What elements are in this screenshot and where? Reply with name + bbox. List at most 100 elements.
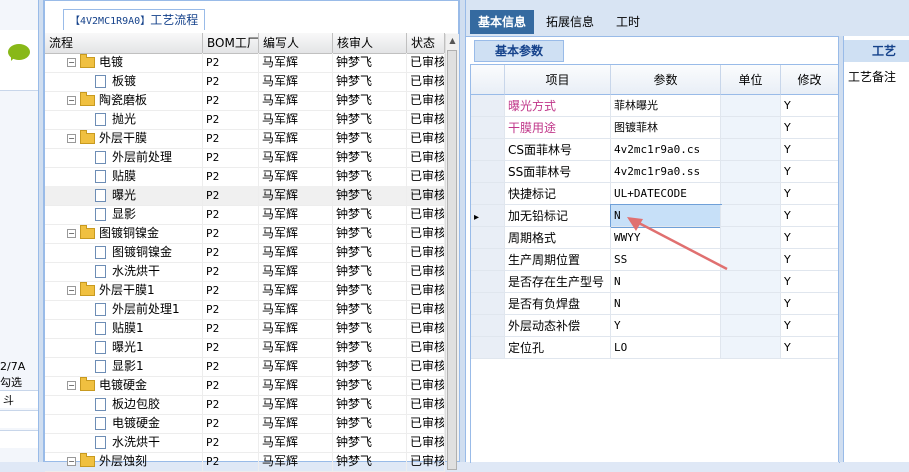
tree-cell-reviewer: 钟梦飞 [333,186,407,205]
document-icon [95,265,106,278]
document-icon [95,436,106,449]
tree-row[interactable]: 电镀硬金 P2 马军辉 钟梦飞 已审核 [45,414,445,434]
tree-cell-status: 已审核 [407,433,445,452]
tree-row[interactable]: 图镀铜镍金 P2 马军辉 钟梦飞 已审核 [45,243,445,263]
tree-row[interactable]: 曝光1 P2 马军辉 钟梦飞 已审核 [45,338,445,358]
tree-cell-writer: 马军辉 [259,319,333,338]
tree-cell-bom: P2 [203,376,259,395]
tree-cell-process: 显影 [45,205,203,224]
tree-row[interactable]: 外层前处理 P2 马军辉 钟梦飞 已审核 [45,148,445,168]
header-bom-factory[interactable]: BOM工厂 [203,33,259,53]
tree-row[interactable]: 曝光 P2 马军辉 钟梦飞 已审核 [45,186,445,206]
tree-cell-process: 贴膜 [45,167,203,186]
tree-row[interactable]: − 陶瓷磨板 P2 马军辉 钟梦飞 已审核 [45,91,445,111]
collapse-toggle-icon[interactable]: − [67,96,76,105]
tree-cell-status: 已审核 [407,167,445,186]
header-process[interactable]: 流程 [45,33,203,53]
tree-cell-bom: P2 [203,72,259,91]
tree-cell-process: 水洗烘干 [45,433,203,452]
tree-cell-process: − 电镀硬金 [45,376,203,395]
tree-cell-status: 已审核 [407,338,445,357]
tree-cell-process: 显影1 [45,357,203,376]
folder-icon [80,54,95,68]
tree-cell-reviewer: 钟梦飞 [333,433,407,452]
collapse-toggle-icon[interactable]: − [67,229,76,238]
process-remarks-label: 工艺备注 [848,70,897,84]
tree-row[interactable]: 显影1 P2 马军辉 钟梦飞 已审核 [45,357,445,377]
collapse-toggle-icon[interactable]: − [67,134,76,143]
tree-row[interactable]: − 外层干膜1 P2 马军辉 钟梦飞 已审核 [45,281,445,301]
collapse-toggle-icon[interactable]: − [67,286,76,295]
scroll-up-icon[interactable]: ▲ [446,34,459,48]
tree-cell-process: 曝光 [45,186,203,205]
tree-row[interactable]: 板镀 P2 马军辉 钟梦飞 已审核 [45,72,445,92]
tree-row[interactable]: − 电镀 P2 马军辉 钟梦飞 已审核 [45,53,445,73]
folder-icon [80,282,95,296]
tree-row[interactable]: 水洗烘干 P2 马军辉 钟梦飞 已审核 [45,262,445,282]
left-strip-text-2[interactable]: 勾选 [0,374,22,390]
tab-extended-info[interactable]: 拓展信息 [538,10,602,34]
header-reviewer[interactable]: 核审人 [333,33,407,53]
tree-cell-status: 已审核 [407,414,445,433]
tree-row[interactable]: − 外层蚀刻 P2 马军辉 钟梦飞 已审核 [45,452,445,472]
collapse-toggle-icon[interactable]: − [67,58,76,67]
tree-cell-process: 抛光 [45,110,203,129]
tree-cell-bom: P2 [203,110,259,129]
tree-row[interactable]: 水洗烘干 P2 马军辉 钟梦飞 已审核 [45,433,445,453]
folder-icon [80,92,95,106]
tree-cell-process: 外层前处理 [45,148,203,167]
subtab-basic-params[interactable]: 基本参数 [474,40,565,62]
tree-cell-bom: P2 [203,338,259,357]
tree-title-label: 工艺流程 [150,13,199,27]
collapse-toggle-icon[interactable]: − [67,381,76,390]
tree-cell-bom: P2 [203,224,259,243]
tree-node-label: 电镀硬金 [99,378,148,392]
tree-row[interactable]: − 图镀铜镍金 P2 马军辉 钟梦飞 已审核 [45,224,445,244]
tree-cell-process: − 图镀铜镍金 [45,224,203,243]
tree-cell-writer: 马军辉 [259,167,333,186]
scroll-thumb[interactable] [447,50,457,470]
tree-node-label: 图镀铜镍金 [112,245,173,259]
tree-cell-reviewer: 钟梦飞 [333,243,407,262]
tree-cell-reviewer: 钟梦飞 [333,300,407,319]
tree-cell-status: 已审核 [407,319,445,338]
tree-row[interactable]: − 电镀硬金 P2 马军辉 钟梦飞 已审核 [45,376,445,396]
center-splitter[interactable] [459,0,466,462]
tree-cell-writer: 马军辉 [259,414,333,433]
tree-node-label: 电镀 [99,55,124,69]
tree-node-label: 板边包胶 [112,397,161,411]
tree-cell-writer: 马军辉 [259,110,333,129]
tree-row[interactable]: 贴膜1 P2 马军辉 钟梦飞 已审核 [45,319,445,339]
tree-cell-reviewer: 钟梦飞 [333,129,407,148]
tree-row[interactable]: 贴膜 P2 马军辉 钟梦飞 已审核 [45,167,445,187]
tree-cell-status: 已审核 [407,243,445,262]
folder-icon [80,130,95,144]
process-tree-panel: 【4V2MC1R9A0】工艺流程 流程 BOM工厂 编写人 核审人 状态 − 电镀… [44,0,459,472]
tree-cell-bom: P2 [203,319,259,338]
tree-row[interactable]: − 外层干膜 P2 马军辉 钟梦飞 已审核 [45,129,445,149]
tree-cell-process: 电镀硬金 [45,414,203,433]
tree-cell-status: 已审核 [407,281,445,300]
process-remarks-header[interactable]: 工艺 [844,40,909,62]
tree-cell-bom: P2 [203,395,259,414]
tree-row[interactable]: 板边包胶 P2 马军辉 钟梦飞 已审核 [45,395,445,415]
tree-cell-reviewer: 钟梦飞 [333,91,407,110]
tree-row[interactable]: 外层前处理1 P2 马军辉 钟梦飞 已审核 [45,300,445,320]
tree-scrollbar[interactable]: ▲ [445,34,459,470]
tree-cell-reviewer: 钟梦飞 [333,110,407,129]
tree-cell-status: 已审核 [407,205,445,224]
document-icon [95,151,106,164]
tab-basic-info[interactable]: 基本信息 [470,10,535,34]
tree-panel-title: 【4V2MC1R9A0】工艺流程 [63,9,206,30]
chat-bubble-icon[interactable] [8,44,30,61]
tree-row[interactable]: 显影 P2 马军辉 钟梦飞 已审核 [45,205,445,225]
tree-cell-reviewer: 钟梦飞 [333,224,407,243]
header-writer[interactable]: 编写人 [259,33,333,53]
tree-cell-reviewer: 钟梦飞 [333,167,407,186]
tree-cell-process: − 外层干膜1 [45,281,203,300]
header-status[interactable]: 状态 [407,33,445,53]
tree-cell-status: 已审核 [407,357,445,376]
tree-cell-writer: 马军辉 [259,91,333,110]
tree-row[interactable]: 抛光 P2 马军辉 钟梦飞 已审核 [45,110,445,130]
tab-work-hours[interactable]: 工时 [608,10,648,34]
